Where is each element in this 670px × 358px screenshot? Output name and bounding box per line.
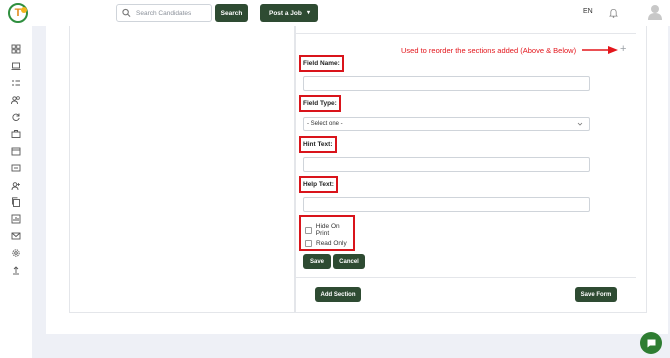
- laptop-icon[interactable]: [11, 61, 21, 71]
- read-only-label: Read Only: [316, 240, 347, 247]
- annotation-arrow-icon: [582, 46, 618, 54]
- field-type-value: - Select one -: [307, 121, 343, 127]
- search-button[interactable]: Search: [215, 4, 248, 22]
- add-section-button[interactable]: Add Section: [315, 287, 361, 302]
- sidebar: [0, 26, 32, 358]
- calendar-icon[interactable]: [11, 146, 21, 156]
- divider: [296, 277, 636, 278]
- chat-icon: [647, 339, 655, 347]
- chat-button[interactable]: [640, 332, 662, 354]
- post-job-label: Post a Job: [269, 9, 302, 17]
- search-icon: [122, 8, 131, 17]
- user-avatar-icon[interactable]: [648, 4, 662, 20]
- search-input[interactable]: [136, 9, 211, 17]
- save-form-button[interactable]: Save Form: [575, 287, 617, 302]
- hint-text-label: Hint Text:: [299, 136, 337, 153]
- sections-panel: [69, 26, 295, 313]
- save-button[interactable]: Save: [303, 254, 331, 269]
- app-logo[interactable]: T: [8, 3, 28, 23]
- hide-on-print-label: Hide On Print: [315, 223, 340, 237]
- settings-icon[interactable]: [11, 248, 21, 258]
- message-icon[interactable]: [11, 163, 21, 173]
- help-text-label: Help Text:: [299, 176, 338, 193]
- dashboard-icon[interactable]: [11, 44, 21, 54]
- report-icon[interactable]: [11, 214, 21, 224]
- user-add-icon[interactable]: [11, 181, 21, 191]
- reorder-annotation: Used to reorder the sections added (Abov…: [401, 46, 577, 55]
- cancel-button[interactable]: Cancel: [333, 254, 365, 269]
- chevron-down-icon: [577, 122, 583, 126]
- upload-icon[interactable]: [11, 265, 21, 275]
- hide-on-print-option[interactable]: Hide On Print: [305, 223, 353, 237]
- hint-text-input[interactable]: [303, 157, 590, 172]
- divider: [296, 33, 636, 34]
- reorder-plus-icon[interactable]: +: [620, 43, 626, 55]
- post-job-button[interactable]: Post a Job ▾: [260, 4, 318, 22]
- users-icon[interactable]: [11, 95, 21, 105]
- bell-icon[interactable]: [609, 8, 618, 18]
- mail-icon[interactable]: [11, 231, 21, 241]
- field-name-label: Field Name:: [299, 55, 344, 72]
- briefcase-icon[interactable]: [11, 129, 21, 139]
- search-box[interactable]: [116, 4, 212, 22]
- field-type-select[interactable]: - Select one -: [303, 117, 590, 131]
- task-list-icon[interactable]: [11, 78, 21, 88]
- hide-on-print-checkbox[interactable]: [305, 226, 312, 234]
- chevron-down-icon: ▾: [306, 10, 310, 16]
- field-type-label: Field Type:: [299, 95, 341, 112]
- read-only-option[interactable]: Read Only: [305, 240, 347, 247]
- help-text-input[interactable]: [303, 197, 590, 212]
- read-only-checkbox[interactable]: [305, 240, 312, 247]
- refresh-icon[interactable]: [11, 112, 21, 122]
- top-bar: T Search Post a Job ▾ EN: [0, 0, 670, 26]
- field-options-group: Hide On Print Read Only: [299, 215, 355, 251]
- field-name-input[interactable]: [303, 76, 590, 91]
- copy-icon[interactable]: [11, 197, 21, 207]
- language-selector[interactable]: EN: [583, 8, 593, 15]
